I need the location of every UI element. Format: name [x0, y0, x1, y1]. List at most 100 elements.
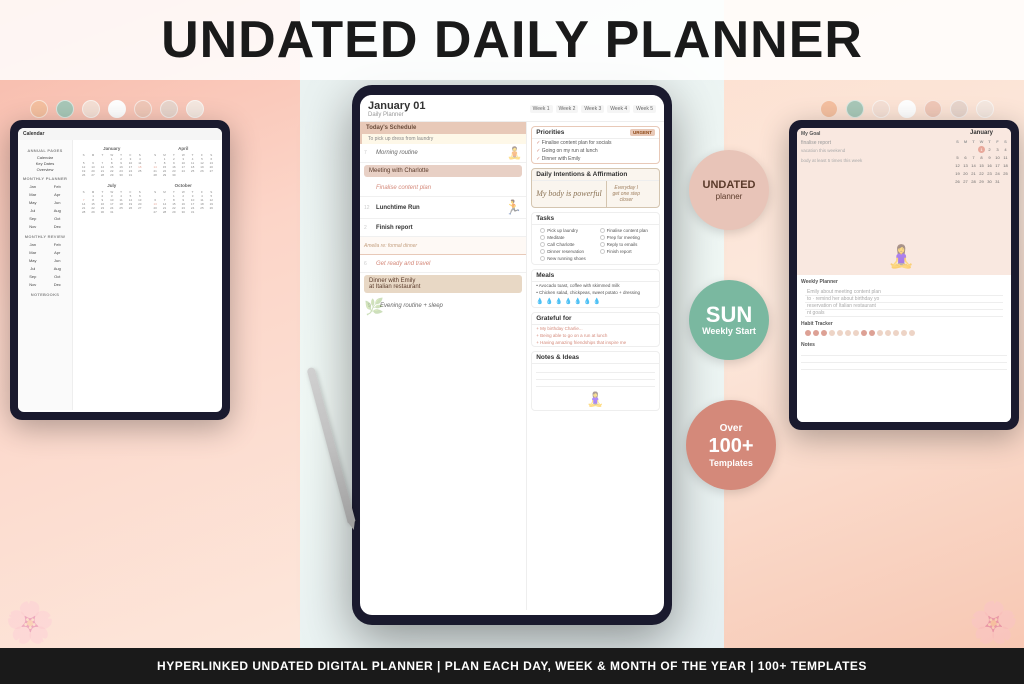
- note-r1: [801, 349, 1007, 356]
- sep-r[interactable]: Sep: [21, 274, 45, 279]
- tc-subtitle: Daily Planner: [368, 112, 425, 118]
- key-dates-link[interactable]: Key Dates: [21, 161, 69, 166]
- nov-link[interactable]: Nov: [21, 224, 45, 229]
- event-content: Finalise content plan: [376, 185, 431, 191]
- bottom-tagline: HYPERLINKED UNDATED DIGITAL PLANNER | PL…: [157, 659, 867, 673]
- checkbox: [600, 235, 605, 240]
- water-drop-7: 💧: [593, 298, 600, 305]
- jul-r[interactable]: Jul: [21, 266, 45, 271]
- jan-month-label: January: [79, 146, 145, 151]
- jul-grid: SMTWTFS 123456 78910111213 1415161718192…: [79, 190, 145, 214]
- time-label: 12: [364, 205, 376, 211]
- checkbox: [540, 249, 545, 254]
- week3-tab[interactable]: Week 3: [581, 105, 604, 113]
- grateful-1: My birthday Charlie...: [532, 325, 659, 332]
- water-tracker: 💧 💧 💧 💧 💧 💧 💧: [532, 296, 659, 307]
- jul-link[interactable]: Jul: [21, 208, 45, 213]
- tablet-right: My Goal finalise report vacation this we…: [789, 120, 1019, 430]
- jan-calendar: January SMTWTFS 1234 567891011 121314151…: [79, 146, 145, 177]
- habit-dot-10: [877, 330, 883, 336]
- time-label: 6: [364, 261, 376, 267]
- tc-body: Today's Schedule To pick up dress from l…: [360, 122, 664, 610]
- note-r2: [801, 356, 1007, 363]
- feb-r[interactable]: Feb: [46, 242, 70, 247]
- tablet-center-screen: January 01 Daily Planner Week 1 Week 2 W…: [360, 95, 664, 615]
- time-slot-note: Amelia re: formal dinner: [360, 237, 526, 255]
- mar-link[interactable]: Mar: [21, 192, 45, 197]
- jun-link[interactable]: Jun: [46, 200, 70, 205]
- main-title: UNDATED DAILY PLANNER: [161, 10, 863, 70]
- left-cal-months: January SMTWTFS 1234 567891011 121314151…: [76, 143, 219, 217]
- note-line-1: [536, 366, 655, 373]
- week2-tab[interactable]: Week 2: [556, 105, 579, 113]
- tc-intentions: Daily Intentions & Affirmation My body i…: [531, 168, 660, 208]
- oct-r[interactable]: Oct: [46, 274, 70, 279]
- schedule-note-text: To pick up dress from laundry: [368, 136, 433, 142]
- tc-tasks: Tasks Pick up laundry Meditate Call Char…: [531, 212, 660, 265]
- dec-r[interactable]: Dec: [46, 282, 70, 287]
- may-link[interactable]: May: [21, 200, 45, 205]
- week5-tab[interactable]: Week 5: [633, 105, 656, 113]
- monthly-section: MONTHLY PLANNER: [21, 176, 69, 181]
- meals-title: Meals: [532, 270, 659, 282]
- jan-link[interactable]: Jan: [21, 184, 45, 189]
- task-charlotte: Call Charlotte: [536, 241, 595, 248]
- oct-grid: SMTWTFS 12345 6789101112 13141516171819 …: [151, 190, 217, 214]
- feb-link[interactable]: Feb: [46, 184, 70, 189]
- aug-r[interactable]: Aug: [46, 266, 70, 271]
- oct-calendar: October SMTWTFS 12345 6789101112 1314151…: [151, 183, 217, 214]
- title-bar: UNDATED DAILY PLANNER: [0, 0, 1024, 80]
- event-getready: Get ready and travel: [376, 261, 430, 267]
- water-drop-4: 💧: [565, 298, 572, 305]
- nov-r[interactable]: Nov: [21, 282, 45, 287]
- apr-r[interactable]: Apr: [46, 250, 70, 255]
- habit-label: Habit Tracker: [801, 321, 1007, 327]
- time-slot-content: Finalise content plan: [360, 179, 526, 197]
- water-drop-2: 💧: [546, 298, 553, 305]
- grateful-3: Having amazing friendships that inspire …: [532, 339, 659, 346]
- aug-link[interactable]: Aug: [46, 208, 70, 213]
- dec-link[interactable]: Dec: [46, 224, 70, 229]
- badge-templates-label: Templates: [709, 458, 753, 468]
- calendar-link[interactable]: Calendar: [21, 155, 69, 160]
- checkbox: [600, 242, 605, 247]
- event-note: Amelia re: formal dinner: [364, 243, 417, 249]
- notes-section-right: Notes: [801, 342, 1007, 370]
- jun-r[interactable]: Jun: [46, 258, 70, 263]
- stylus: [306, 367, 355, 524]
- jan-r[interactable]: Jan: [21, 242, 45, 247]
- notes-title: Notes & Ideas: [532, 352, 659, 364]
- yoga-figure: 🧘‍♀️: [888, 244, 915, 270]
- checkbox: [600, 228, 605, 233]
- tasks-left-col: Pick up laundry Meditate Call Charlotte …: [536, 227, 595, 262]
- task-report: Finish report: [596, 248, 655, 255]
- apr-link[interactable]: Apr: [46, 192, 70, 197]
- time-slot-2: 2 Finish report: [360, 219, 526, 237]
- overview-link[interactable]: Overview: [21, 167, 69, 172]
- may-r[interactable]: May: [21, 258, 45, 263]
- badge-undated: UNDATED planner: [689, 150, 769, 230]
- sep-link[interactable]: Sep: [21, 216, 45, 221]
- tablet-left-screen: Calendar ANNUAL PAGES Calendar Key Dates…: [18, 128, 222, 412]
- schedule-line-4: nt goals: [805, 310, 1003, 317]
- urgent-badge: URGENT: [630, 129, 655, 136]
- habit-dot-11: [885, 330, 891, 336]
- task-content: Finalise content plan: [596, 227, 655, 234]
- oct-link[interactable]: Oct: [46, 216, 70, 221]
- note-r3: [801, 363, 1007, 370]
- apr-grid: SMTWTFS 123456 78910111213 1415161718192…: [151, 153, 217, 177]
- tc-schedule-header: Today's Schedule: [360, 122, 526, 134]
- tc-schedule-note: To pick up dress from laundry: [360, 134, 526, 144]
- annual-section: ANNUAL PAGES: [21, 148, 69, 153]
- badge-undated-text1: UNDATED: [703, 179, 756, 191]
- mar-r[interactable]: Mar: [21, 250, 45, 255]
- water-drop-5: 💧: [574, 298, 581, 305]
- week1-tab[interactable]: Week 1: [530, 105, 553, 113]
- schedule-line-3: reservation of Italian restaurant: [805, 303, 1003, 310]
- note-line-3: [536, 380, 655, 387]
- priority-1: Finalise content plan for socials: [532, 139, 659, 147]
- tls-body: ANNUAL PAGES Calendar Key Dates Overview…: [18, 140, 222, 410]
- badge-templates-over: Over: [720, 423, 743, 435]
- week4-tab[interactable]: Week 4: [607, 105, 630, 113]
- note-lines: [532, 364, 659, 389]
